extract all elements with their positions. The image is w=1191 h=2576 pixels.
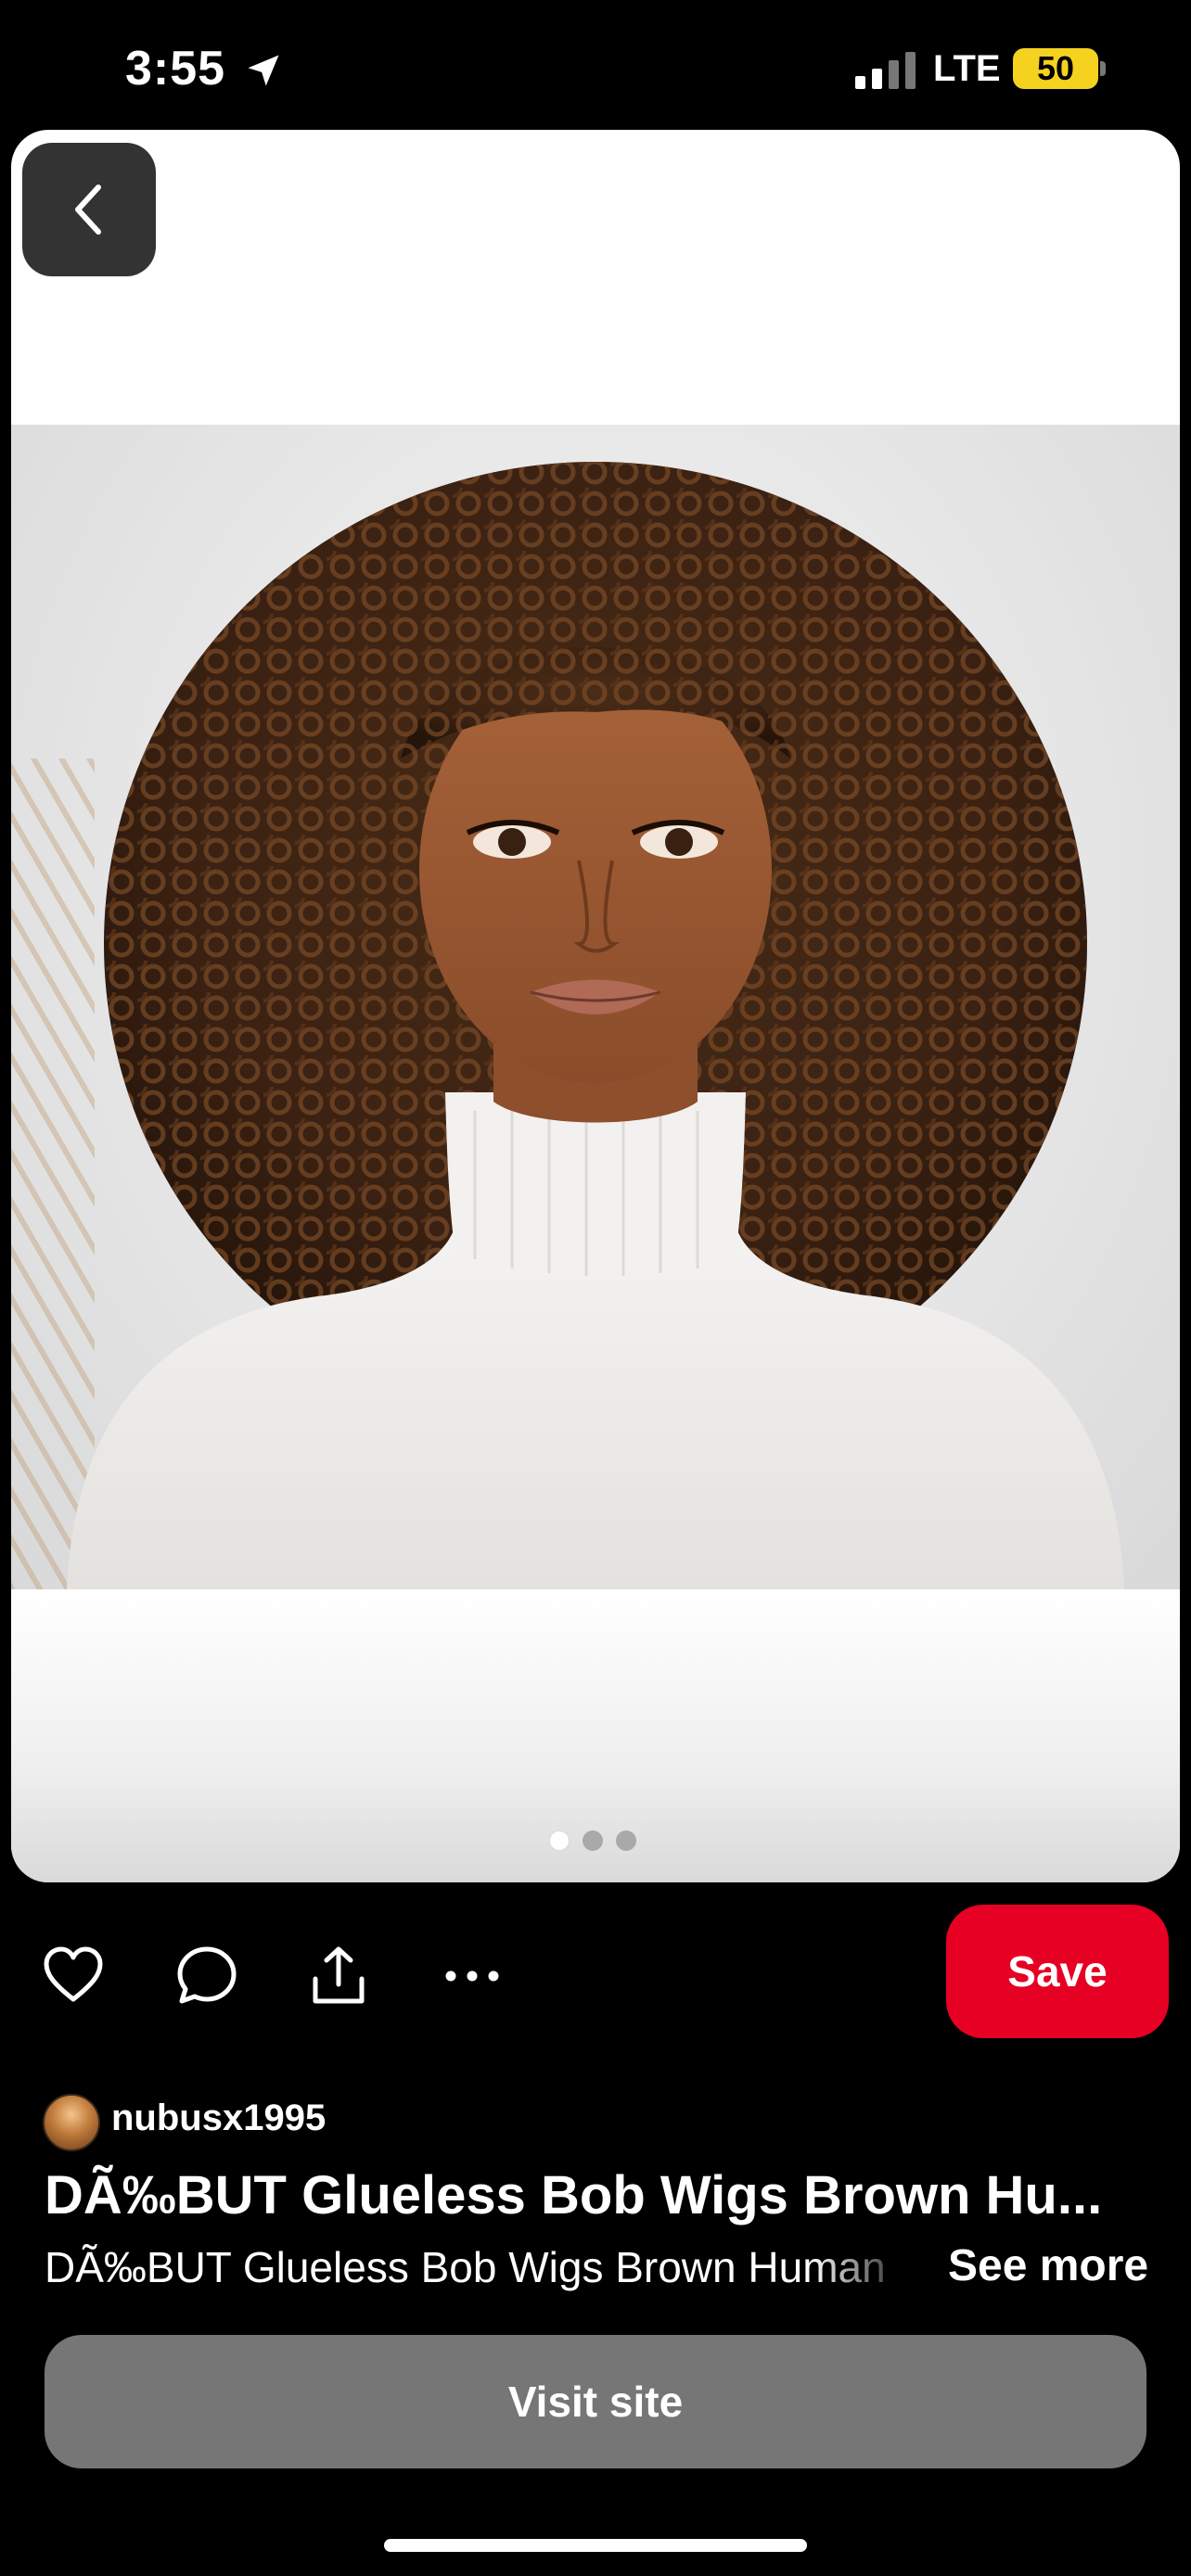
save-button[interactable]: Save (946, 1905, 1169, 2038)
battery-cap (1100, 61, 1106, 76)
pin-title: DÃ‰BUT Glueless Bob Wigs Brown Hu... (45, 2165, 1103, 2225)
home-indicator[interactable] (384, 2539, 807, 2552)
network-type: LTE (933, 48, 1001, 89)
pin-description: DÃ‰BUT Glueless Bob Wigs Brown Human (45, 2243, 886, 2291)
carousel-dot-active (549, 1830, 570, 1851)
back-button[interactable] (22, 143, 156, 276)
visit-site-button[interactable]: Visit site (45, 2335, 1146, 2468)
share-icon[interactable] (306, 1944, 371, 2009)
signal-icon (855, 52, 916, 89)
carousel-dot (616, 1830, 636, 1851)
avatar[interactable] (43, 2094, 100, 2151)
location-arrow-icon (248, 55, 279, 86)
chevron-left-icon (75, 185, 101, 235)
pin-media-card[interactable] (11, 130, 1180, 1882)
carousel-dot (583, 1830, 603, 1851)
battery-level: 50 (1036, 49, 1075, 87)
status-time: 3:55 (125, 42, 226, 96)
creator-username[interactable]: nubusx1995 (111, 2098, 326, 2139)
model-portrait (67, 462, 1124, 1589)
more-icon[interactable] (440, 1944, 505, 2009)
comment-icon[interactable] (174, 1944, 239, 2009)
see-more-link[interactable]: See more (948, 2240, 1148, 2291)
heart-icon[interactable] (41, 1944, 106, 2009)
battery-icon: 50 (1013, 48, 1098, 89)
status-bar: 3:55 LTE 50 (0, 0, 1191, 139)
carousel-indicator (549, 1830, 636, 1851)
pin-image[interactable] (11, 425, 1180, 1589)
